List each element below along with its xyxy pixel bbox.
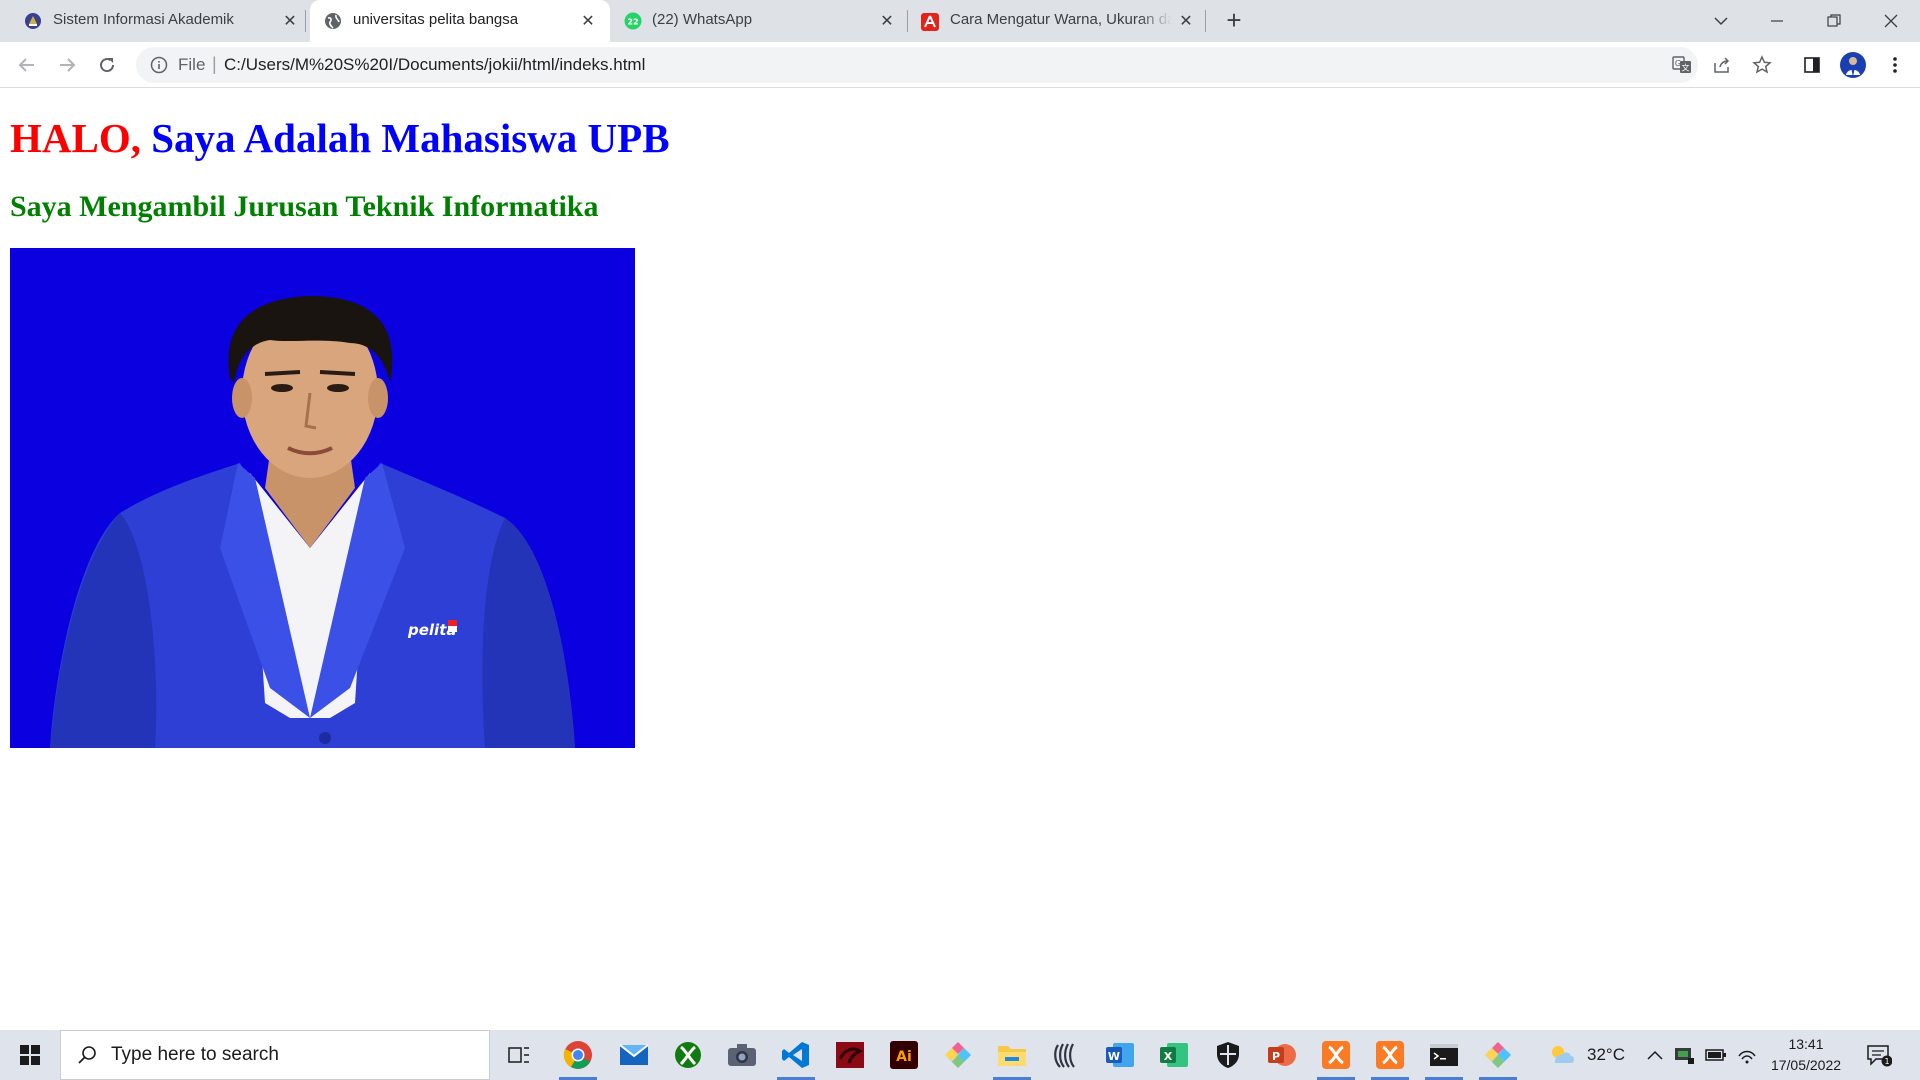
page-heading: HALO, Saya Adalah Mahasiswa UPB xyxy=(10,114,670,162)
battery-icon[interactable] xyxy=(1705,1030,1727,1080)
windows-taskbar: Type here to search Ai W X P 32°C 13:41 … xyxy=(0,1030,1920,1080)
student-portrait-photo: pelita xyxy=(10,248,635,748)
new-tab-button[interactable]: + xyxy=(1221,7,1247,34)
translate-icon[interactable]: 文G xyxy=(1667,50,1697,80)
camera-icon[interactable] xyxy=(717,1030,767,1080)
scheme-divider: | xyxy=(212,54,217,74)
svg-text:X: X xyxy=(1164,1050,1173,1063)
tab-sistem-informasi-akademik[interactable]: Sistem Informasi Akademik ✕ xyxy=(0,0,305,42)
close-tab-icon[interactable]: ✕ xyxy=(280,11,300,31)
weather-widget[interactable]: 32°C xyxy=(1547,1030,1625,1080)
mail-icon[interactable] xyxy=(609,1030,659,1080)
sourcetree-diamond-icon-2[interactable] xyxy=(1473,1030,1523,1080)
kebab-menu-icon[interactable] xyxy=(1880,50,1910,80)
site-info-icon[interactable] xyxy=(150,56,168,79)
notification-center-button[interactable]: 1 xyxy=(1866,1030,1892,1080)
system-clock[interactable]: 13:41 17/05/2022 xyxy=(1762,1034,1850,1076)
page-viewport: HALO, Saya Adalah Mahasiswa UPB Saya Men… xyxy=(0,89,1920,1030)
wifi-icon[interactable] xyxy=(1737,1030,1757,1080)
scheme-label: File xyxy=(178,55,206,74)
tab-whatsapp[interactable]: 22 (22) WhatsApp ✕ xyxy=(612,0,907,42)
app-stripes-icon[interactable] xyxy=(1041,1030,1091,1080)
powerpoint-icon[interactable]: P xyxy=(1257,1030,1307,1080)
url-text[interactable]: C:/Users/M%20S%20I/Documents/jokii/html/… xyxy=(224,55,645,75)
back-button[interactable] xyxy=(12,50,42,80)
svg-text:G: G xyxy=(1675,59,1681,68)
windows-logo-icon xyxy=(20,1045,40,1065)
terminal-icon[interactable] xyxy=(1419,1030,1469,1080)
taskbar-search-box[interactable]: Type here to search xyxy=(60,1030,490,1080)
page-subheading: Saya Mengambil Jurusan Teknik Informatik… xyxy=(10,190,599,223)
adobe-illustrator-icon[interactable]: Ai xyxy=(879,1030,929,1080)
tab-title: (22) WhatsApp xyxy=(652,11,753,28)
svg-text:W: W xyxy=(1108,1050,1120,1063)
tab-separator xyxy=(907,10,908,32)
close-window-button[interactable] xyxy=(1862,0,1919,42)
file-explorer-icon[interactable] xyxy=(987,1030,1037,1080)
notification-icon: 1 xyxy=(1867,1045,1892,1067)
university-seal-icon xyxy=(24,12,42,30)
xbox-icon[interactable] xyxy=(663,1030,713,1080)
svg-text:文: 文 xyxy=(1682,63,1690,73)
svg-text:P: P xyxy=(1272,1050,1280,1063)
notification-count: 1 xyxy=(1884,1057,1889,1066)
sourcetree-diamond-icon[interactable] xyxy=(933,1030,983,1080)
close-tab-icon[interactable]: ✕ xyxy=(1176,11,1196,31)
share-icon[interactable] xyxy=(1707,50,1737,80)
security-shield-icon[interactable] xyxy=(1203,1030,1253,1080)
xampp-icon-2[interactable] xyxy=(1365,1030,1415,1080)
excel-icon[interactable]: X xyxy=(1149,1030,1199,1080)
word-icon[interactable]: W xyxy=(1095,1030,1145,1080)
tab-separator xyxy=(1205,10,1206,32)
svg-text:22: 22 xyxy=(627,18,638,27)
tab-strip: Sistem Informasi Akademik ✕ universitas … xyxy=(0,0,1920,42)
address-bar[interactable]: File | C:/Users/M%20S%20I/Documents/joki… xyxy=(136,47,1772,83)
tab-cara-mengatur-warna[interactable]: Cara Mengatur Warna, Ukuran dan ✕ xyxy=(910,0,1205,42)
vscode-icon[interactable] xyxy=(771,1030,821,1080)
search-placeholder: Type here to search xyxy=(111,1044,279,1065)
adobe-acrobat-icon xyxy=(920,12,939,31)
svg-text:Ai: Ai xyxy=(896,1049,912,1065)
clock-date: 17/05/2022 xyxy=(1770,1057,1842,1073)
network-adapter-icon[interactable] xyxy=(1673,1030,1695,1080)
tab-search-chevron-icon[interactable] xyxy=(1692,0,1749,42)
whatsapp-icon: 22 xyxy=(624,12,642,30)
tab-separator xyxy=(305,10,306,32)
browser-toolbar: File | C:/Users/M%20S%20I/Documents/joki… xyxy=(0,42,1920,88)
weather-temperature: 32°C xyxy=(1587,1045,1625,1064)
start-button[interactable] xyxy=(0,1030,60,1080)
tab-title: universitas pelita bangsa xyxy=(353,11,519,28)
task-view-icon[interactable] xyxy=(494,1030,544,1080)
side-panel-icon[interactable] xyxy=(1797,50,1827,80)
heading-statement: Saya Adalah Mahasiswa UPB xyxy=(141,115,670,161)
mysql-workbench-icon[interactable] xyxy=(825,1030,875,1080)
screen: Sistem Informasi Akademik ✕ universitas … xyxy=(0,0,1920,1080)
chrome-icon[interactable] xyxy=(553,1030,603,1080)
tab-title: Cara Mengatur Warna, Ukuran dan xyxy=(950,11,1172,28)
profile-avatar[interactable] xyxy=(1838,50,1868,80)
globe-icon xyxy=(324,12,342,30)
tab-universitas-pelita-bangsa[interactable]: universitas pelita bangsa ✕ xyxy=(310,0,610,42)
show-hidden-icons-chevron-icon[interactable] xyxy=(1647,1030,1663,1080)
xampp-icon[interactable] xyxy=(1311,1030,1361,1080)
restore-button[interactable] xyxy=(1805,0,1862,42)
clock-time: 13:41 xyxy=(1788,1036,1824,1052)
heading-greeting: HALO, xyxy=(10,115,141,161)
forward-button[interactable] xyxy=(52,50,82,80)
reload-button[interactable] xyxy=(92,50,122,80)
tab-title: Sistem Informasi Akademik xyxy=(53,11,234,28)
search-icon xyxy=(77,1045,97,1070)
close-tab-icon[interactable]: ✕ xyxy=(578,11,598,31)
weather-cloud-icon xyxy=(1552,1046,1574,1063)
close-tab-icon[interactable]: ✕ xyxy=(877,11,897,31)
minimize-button[interactable] xyxy=(1748,0,1805,42)
bookmark-star-icon[interactable] xyxy=(1747,50,1777,80)
